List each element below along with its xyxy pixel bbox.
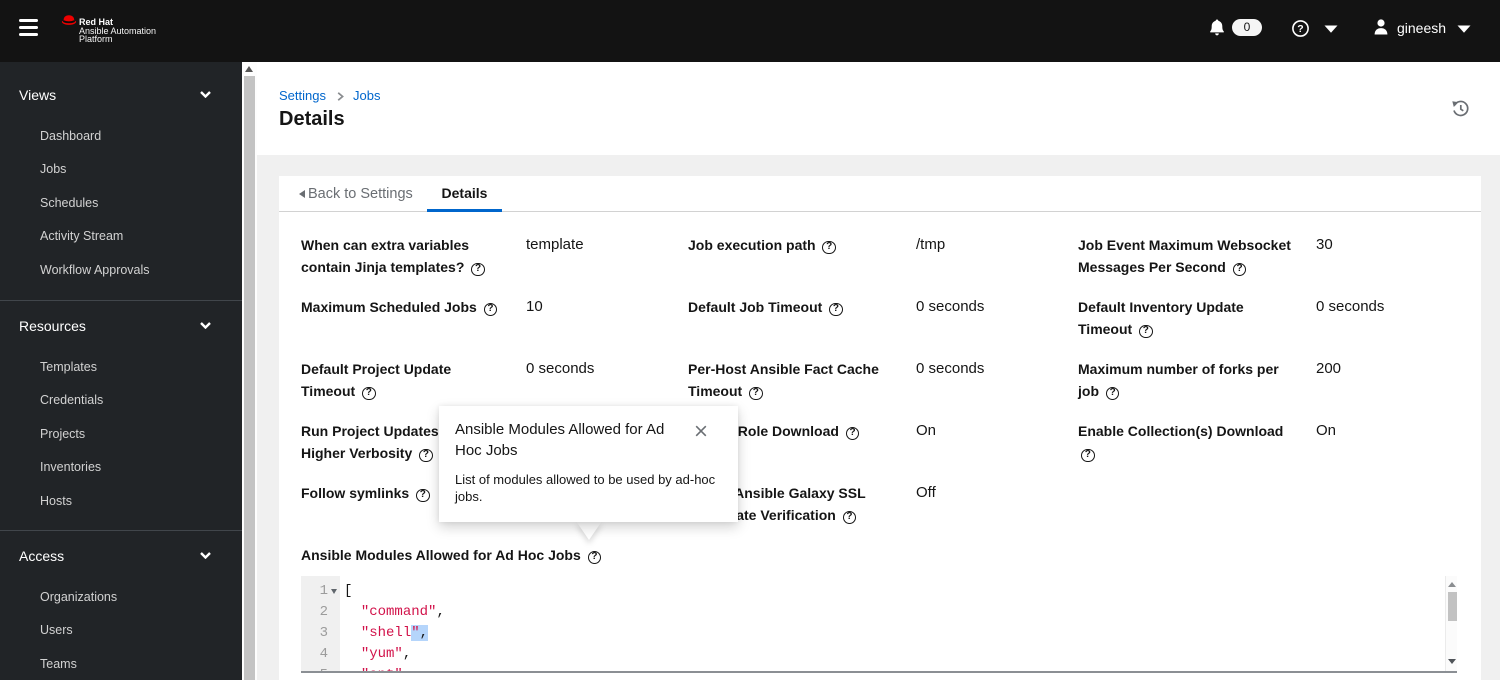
svg-text:?: ?: [1297, 23, 1303, 35]
